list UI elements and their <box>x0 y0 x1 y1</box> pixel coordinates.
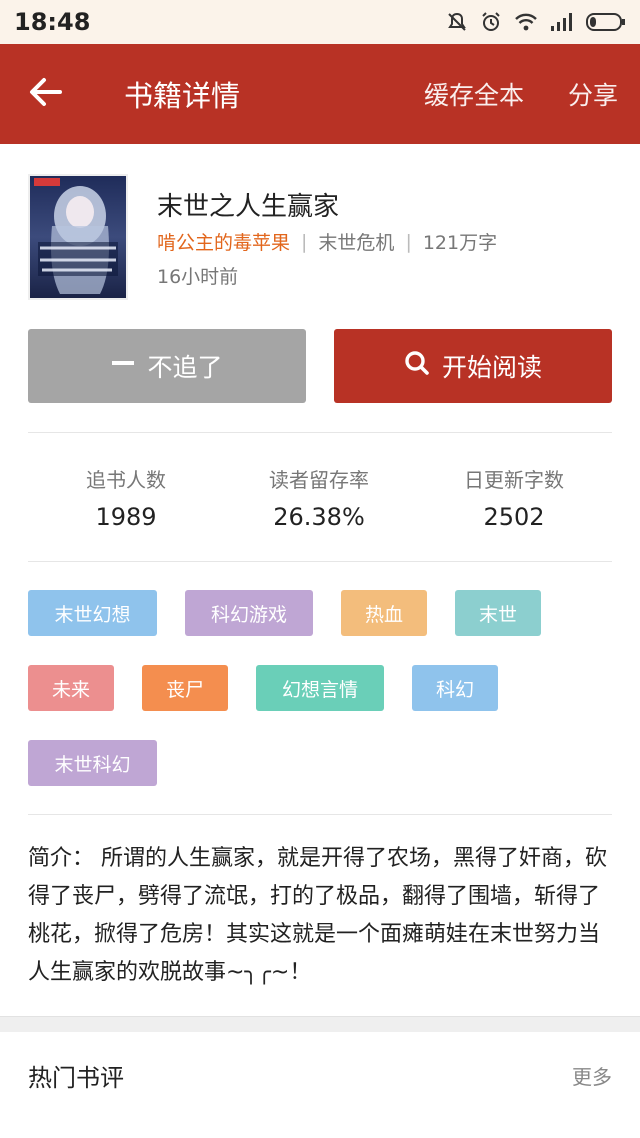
unfollow-button[interactable]: 不追了 <box>28 329 306 403</box>
battery-icon <box>586 12 626 32</box>
book-cover[interactable] <box>28 174 128 300</box>
book-word-count: 121万字 <box>422 232 498 254</box>
stat-value: 2502 <box>483 503 545 531</box>
status-icons <box>446 11 626 33</box>
book-cover-image <box>30 176 126 298</box>
unfollow-label: 不追了 <box>147 353 223 382</box>
more-reviews-link[interactable]: 更多 <box>572 1061 612 1090</box>
minus-icon <box>111 351 135 381</box>
tag[interactable]: 末世科幻 <box>28 740 157 786</box>
synopsis-label: 简介： <box>28 846 95 871</box>
book-category[interactable]: 末世危机 <box>318 228 394 255</box>
hot-reviews-header: 热门书评 更多 <box>0 1032 640 1118</box>
back-button[interactable] <box>0 44 90 144</box>
back-arrow-icon <box>28 77 62 111</box>
stat-value: 1989 <box>95 503 157 531</box>
tag[interactable]: 未来 <box>28 665 114 711</box>
wifi-icon <box>514 12 538 32</box>
section-separator <box>0 1016 640 1032</box>
search-icon <box>404 350 430 382</box>
divider <box>28 432 612 433</box>
divider <box>28 561 612 562</box>
tag[interactable]: 科幻游戏 <box>185 590 313 636</box>
book-updated-time: 16小时前 <box>157 266 239 288</box>
stat-daily-words: 日更新字数 2502 <box>434 464 594 531</box>
tag[interactable]: 幻想言情 <box>256 665 384 711</box>
meta-separator: | <box>301 230 308 253</box>
share-button[interactable]: 分享 <box>546 76 640 112</box>
hot-reviews-title: 热门书评 <box>28 1063 124 1092</box>
synopsis: 简介： 所谓的人生赢家，就是开得了农场，黑得了奸商，砍得了丧尸，劈得了流氓，打的… <box>28 840 612 992</box>
signal-icon <box>550 12 574 32</box>
tag[interactable]: 末世 <box>455 590 541 636</box>
tag[interactable]: 末世幻想 <box>28 590 157 636</box>
stat-value: 26.38% <box>273 503 365 531</box>
app-bar: 书籍详情 缓存全本 分享 <box>0 44 640 144</box>
action-row: 不追了 开始阅读 <box>28 329 612 403</box>
book-meta: 啃公主的毒苹果 | 末世危机 | 121万字 <box>157 228 497 255</box>
start-reading-button[interactable]: 开始阅读 <box>334 329 612 403</box>
stats-row: 追书人数 1989 读者留存率 26.38% 日更新字数 2502 <box>0 434 640 560</box>
book-info: 末世之人生赢家 啃公主的毒苹果 | 末世危机 | 121万字 16小时前 <box>0 144 640 314</box>
tag[interactable]: 丧尸 <box>142 665 228 711</box>
stat-label: 追书人数 <box>86 468 166 492</box>
alarm-icon <box>480 11 502 33</box>
cache-all-button[interactable]: 缓存全本 <box>402 76 546 112</box>
tag[interactable]: 热血 <box>341 590 427 636</box>
app-actions: 缓存全本 分享 <box>402 76 640 112</box>
stat-label: 日更新字数 <box>464 468 564 492</box>
page-title: 书籍详情 <box>124 79 241 113</box>
book-title: 末世之人生赢家 <box>157 192 340 222</box>
stat-retention: 读者留存率 26.38% <box>239 464 399 531</box>
start-reading-label: 开始阅读 <box>441 353 542 382</box>
status-bar: 18:48 <box>0 0 640 44</box>
stat-followers: 追书人数 1989 <box>46 464 206 531</box>
mute-icon <box>446 11 468 33</box>
synopsis-text: 所谓的人生赢家，就是开得了农场，黑得了奸商，砍得了丧尸，劈得了流氓，打的了极品，… <box>28 846 608 985</box>
status-time: 18:48 <box>14 8 91 36</box>
stat-label: 读者留存率 <box>269 468 369 492</box>
meta-separator: | <box>405 230 412 253</box>
tag[interactable]: 科幻 <box>412 665 498 711</box>
divider <box>28 814 612 815</box>
book-author-link[interactable]: 啃公主的毒苹果 <box>157 228 290 255</box>
